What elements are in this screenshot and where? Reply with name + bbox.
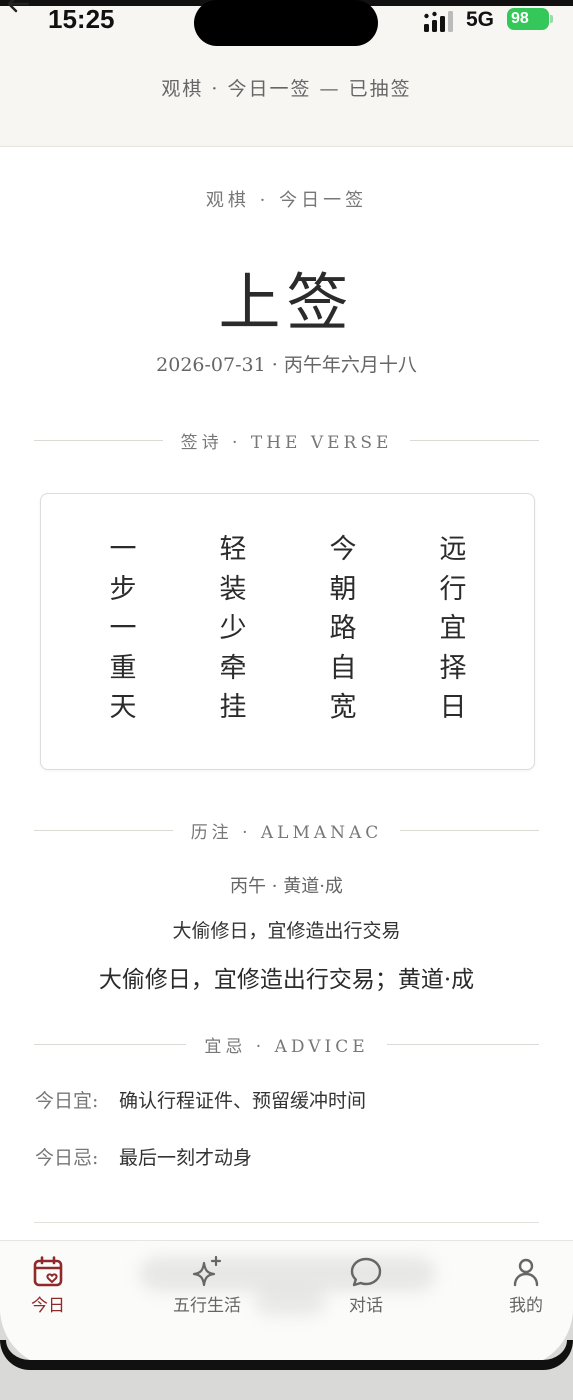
chat-bubble-icon	[350, 1257, 382, 1287]
verse-char: 一	[109, 613, 137, 644]
sparkles-icon	[192, 1255, 222, 1287]
verse-char: 步	[109, 573, 137, 605]
verse-char: 朝	[329, 573, 357, 605]
tab-chat[interactable]: 对话	[316, 1255, 416, 1316]
advice-dont-row: 今日忌: 最后一刻才动身	[35, 1143, 252, 1170]
verse-char: 自	[329, 652, 357, 684]
back-arrow-icon[interactable]	[4, 0, 32, 18]
signal-icon	[424, 11, 453, 32]
advice-section-header: 宜忌 · ADVICE	[34, 1032, 540, 1057]
dynamic-island	[194, 0, 378, 46]
lot-subtitle: 观棋 · 今日一签	[205, 190, 368, 211]
tab-today[interactable]: 今日	[0, 1255, 98, 1316]
tab-wuxing-life[interactable]: 五行生活	[157, 1255, 257, 1316]
verse-section-header: 签诗 · THE VERSE	[34, 428, 540, 453]
verse-char: 日	[439, 692, 467, 723]
battery-icon: 98	[507, 8, 549, 30]
verse-char: 装	[219, 573, 247, 605]
tab-label: 我的	[509, 1296, 543, 1316]
battery-level: 98	[511, 10, 529, 27]
divider	[410, 439, 540, 441]
verse-section-label: 签诗 · THE VERSE	[180, 432, 393, 453]
tab-label: 今日	[31, 1296, 65, 1316]
divider	[400, 829, 539, 831]
advice-do-label: 今日宜:	[35, 1090, 99, 1112]
tab-profile[interactable]: 我的	[476, 1255, 573, 1316]
verse-char: 宜	[439, 613, 467, 644]
tab-label: 五行生活	[173, 1296, 241, 1316]
status-time: 15:25	[48, 4, 115, 34]
verse-char: 少	[219, 613, 247, 644]
verse-char: 轻	[219, 534, 247, 565]
almanac-note: 大偷修日，宜修造出行交易	[172, 920, 401, 942]
verse-char: 远	[439, 534, 467, 565]
lot-grade: 上签	[218, 266, 355, 339]
person-icon	[513, 1258, 539, 1287]
verse-char: 天	[109, 692, 137, 723]
tab-bar: 今日 五行生活 对话 我的	[0, 1240, 573, 1368]
divider	[34, 1222, 539, 1223]
calendar-heart-icon	[33, 1256, 63, 1287]
verse-char: 宽	[329, 692, 357, 723]
divider	[34, 829, 173, 831]
almanac-summary: 大偷修日，宜修造出行交易；黄道·成	[98, 967, 475, 993]
verse-column: 轻装少牵挂	[213, 530, 253, 728]
verse-char: 今	[329, 534, 357, 565]
verse-box: 一步一重天 轻装少牵挂 今朝路自宽 远行宜择日	[40, 493, 535, 770]
advice-do-row: 今日宜: 确认行程证件、预留缓冲时间	[35, 1086, 366, 1113]
verse-char: 行	[439, 573, 467, 605]
header-title: 观棋 · 今日一签 — 已抽签	[161, 78, 412, 100]
advice-dont-label: 今日忌:	[35, 1147, 99, 1169]
verse-char: 重	[109, 652, 137, 684]
tab-label: 对话	[349, 1296, 383, 1316]
advice-section-label: 宜忌 · ADVICE	[204, 1036, 369, 1057]
lot-date: 2026-07-31 · 丙午年六月十八	[156, 354, 417, 376]
verse-char: 挂	[219, 692, 247, 723]
verse-column: 一步一重天	[103, 530, 143, 728]
phone-screen: 15:25 5G 98 观棋 · 今日一签 — 已抽签 观棋 · 今日一签 上签…	[0, 0, 573, 1368]
network-type: 5G	[466, 8, 495, 31]
divider	[34, 439, 163, 441]
advice-do-value: 确认行程证件、预留缓冲时间	[119, 1090, 367, 1112]
verse-char: 牵	[219, 652, 247, 684]
blurred-overlay	[255, 1289, 325, 1315]
advice-dont-value: 最后一刻才动身	[119, 1147, 253, 1169]
verse-column: 今朝路自宽	[323, 530, 363, 728]
verse-column: 远行宜择日	[433, 530, 473, 728]
almanac-section-label: 历注 · ALMANAC	[190, 822, 383, 843]
verse-char: 一	[109, 534, 137, 565]
almanac-ganzhi: 丙午 · 黄道·成	[230, 876, 343, 897]
divider	[386, 1043, 540, 1045]
battery-cap	[550, 15, 553, 23]
divider	[34, 1043, 187, 1045]
almanac-section-header: 历注 · ALMANAC	[34, 818, 539, 843]
verse-char: 择	[439, 652, 467, 684]
verse-char: 路	[329, 613, 357, 644]
status-bar: 15:25 5G 98	[0, 0, 573, 48]
